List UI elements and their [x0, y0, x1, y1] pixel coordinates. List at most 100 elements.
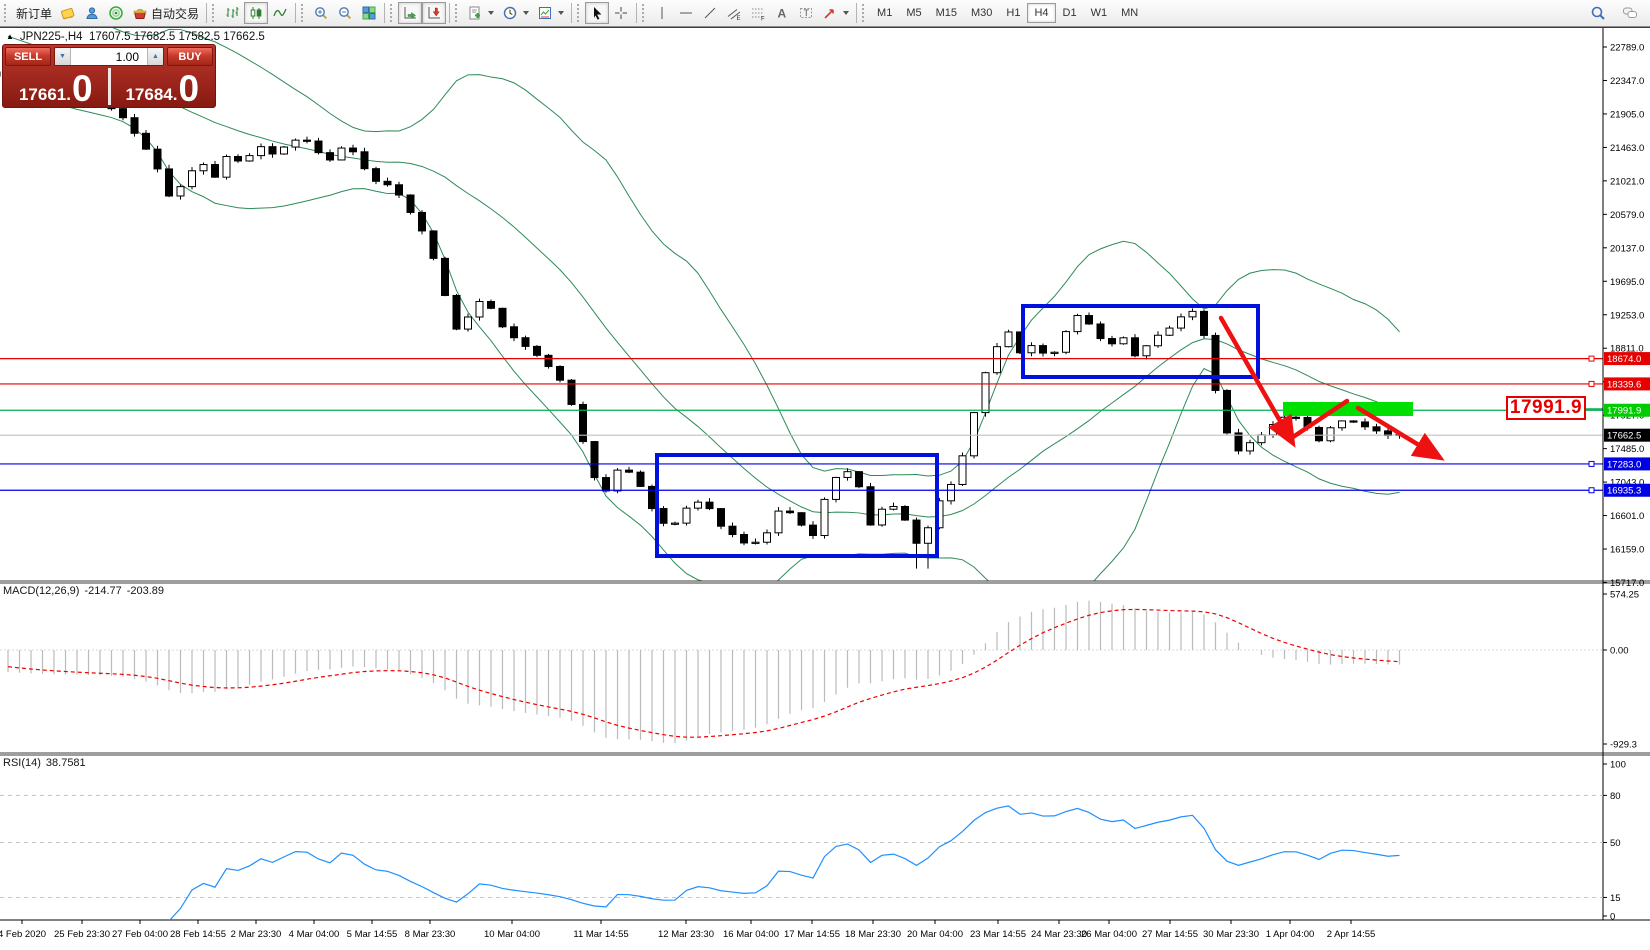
- macd-panel: [8, 601, 1400, 743]
- timeframe-w1[interactable]: W1: [1084, 3, 1115, 23]
- text-button[interactable]: A: [770, 2, 794, 24]
- signals-button[interactable]: [104, 2, 128, 24]
- candlestick-chart-button[interactable]: [244, 2, 268, 24]
- candle-body: [890, 506, 897, 509]
- candle-body: [844, 472, 851, 478]
- zoom-in-button[interactable]: [309, 2, 333, 24]
- y-axis-tick-label: 17485.0: [1610, 444, 1644, 455]
- auto-trading-button[interactable]: 自动交易: [128, 2, 203, 24]
- x-axis-label: 12 Mar 23:30: [658, 929, 714, 940]
- dropdown-caret-icon[interactable]: [523, 11, 529, 15]
- buy-price-frac: 0: [178, 75, 199, 104]
- sell-price[interactable]: 17661.0: [5, 68, 107, 105]
- buy-price[interactable]: 17684.0: [112, 68, 214, 105]
- trade-panel-prices: 17661.0 17684.0: [5, 68, 213, 105]
- cursor-button[interactable]: [585, 2, 609, 24]
- vertical-line-button[interactable]: [650, 2, 674, 24]
- candles-group: [0, 68, 1403, 569]
- volume-value[interactable]: 1.00: [71, 48, 147, 65]
- candle-body: [465, 317, 472, 329]
- sell-button[interactable]: SELL: [5, 47, 51, 66]
- toolbar-separator: [856, 3, 857, 23]
- clock-icon: [502, 5, 518, 21]
- chart-shift-button[interactable]: [422, 2, 446, 24]
- indicators-icon: [467, 5, 483, 21]
- metaeditor-button[interactable]: [56, 2, 80, 24]
- timeframe-h1[interactable]: H1: [999, 3, 1027, 23]
- volume-increase-button[interactable]: ▲: [147, 48, 163, 65]
- templates-button[interactable]: [533, 2, 568, 24]
- candle-body: [637, 472, 644, 486]
- volume-stepper: ▼ 1.00 ▲: [54, 47, 164, 66]
- level-handle[interactable]: [1589, 488, 1594, 493]
- candle-body: [994, 347, 1001, 373]
- candle-body: [1063, 332, 1070, 353]
- search-button[interactable]: [1586, 2, 1610, 24]
- level-handle[interactable]: [1589, 356, 1594, 361]
- svg-text:T: T: [804, 8, 810, 18]
- collapse-arrow-icon[interactable]: ▲: [6, 33, 14, 41]
- indicators-button[interactable]: [463, 2, 498, 24]
- trendline-icon: [702, 5, 718, 21]
- bar-chart-button[interactable]: [220, 2, 244, 24]
- tile-windows-button[interactable]: [357, 2, 381, 24]
- timeframe-m1[interactable]: M1: [870, 3, 899, 23]
- timeframe-h4[interactable]: H4: [1027, 3, 1055, 23]
- candle-body: [787, 511, 794, 513]
- x-axis-label: 4 Feb 2020: [0, 929, 46, 940]
- arrows-button[interactable]: [818, 2, 853, 24]
- candle-body: [1350, 421, 1357, 422]
- fibonacci-button[interactable]: F: [746, 2, 770, 24]
- candle-body: [1143, 346, 1150, 356]
- level-handle[interactable]: [1589, 461, 1594, 466]
- timeframe-m30[interactable]: M30: [964, 3, 999, 23]
- x-axis-label: 5 Mar 14:55: [347, 929, 398, 940]
- macd-scale-label: 0.00: [1610, 646, 1629, 657]
- crosshair-button[interactable]: [609, 2, 633, 24]
- y-axis-tick-label: 19695.0: [1610, 277, 1644, 288]
- new-order-button[interactable]: 新订单: [12, 2, 56, 24]
- support-zone-highlight[interactable]: [1283, 402, 1413, 416]
- dropdown-caret-icon[interactable]: [558, 11, 564, 15]
- zoom-out-button[interactable]: [333, 2, 357, 24]
- macd-scale-label: 574.25: [1610, 590, 1639, 601]
- community-button[interactable]: [80, 2, 104, 24]
- y-axis-tick-label: 16601.0: [1610, 511, 1644, 522]
- text-label-button[interactable]: T: [794, 2, 818, 24]
- line-chart-button[interactable]: [268, 2, 292, 24]
- periods-button[interactable]: [498, 2, 533, 24]
- candle-body: [131, 118, 138, 134]
- dropdown-caret-icon[interactable]: [843, 11, 849, 15]
- price-alert-label[interactable]: 17991.9: [1506, 396, 1586, 420]
- dropdown-caret-icon[interactable]: [488, 11, 494, 15]
- timeframe-d1[interactable]: D1: [1056, 3, 1084, 23]
- horizontal-line-button[interactable]: [674, 2, 698, 24]
- x-axis-label: 10 Mar 04:00: [484, 929, 540, 940]
- buy-button[interactable]: BUY: [167, 47, 213, 66]
- candle-body: [557, 366, 564, 380]
- chat-button[interactable]: [1618, 2, 1642, 24]
- level-handle[interactable]: [1589, 381, 1594, 386]
- candle-body: [775, 511, 782, 533]
- candle-body: [1362, 422, 1369, 427]
- trendline-button[interactable]: [698, 2, 722, 24]
- candle-body: [315, 141, 322, 153]
- chart-canvas[interactable]: 22789.022347.021905.021463.021021.020579…: [0, 0, 1650, 950]
- candle-body: [246, 156, 253, 161]
- timeframe-m5[interactable]: M5: [899, 3, 928, 23]
- price-level-badge-text: 18339.6: [1607, 379, 1641, 390]
- y-axis-tick-label: 21021.0: [1610, 176, 1644, 187]
- candle-body: [626, 470, 633, 472]
- timeframe-m15[interactable]: M15: [929, 3, 964, 23]
- candle-body: [1097, 324, 1104, 339]
- x-axis-label: 2 Apr 14:55: [1327, 929, 1376, 940]
- timeframe-mn[interactable]: MN: [1114, 3, 1145, 23]
- candle-body: [258, 147, 265, 156]
- equidistant-channel-button[interactable]: E: [722, 2, 746, 24]
- rsi-panel: [8, 806, 1400, 921]
- candle-body: [1132, 338, 1139, 356]
- candle-body: [1166, 328, 1173, 335]
- toolbar-separator: [449, 3, 450, 23]
- volume-decrease-button[interactable]: ▼: [55, 48, 71, 65]
- auto-scroll-button[interactable]: [398, 2, 422, 24]
